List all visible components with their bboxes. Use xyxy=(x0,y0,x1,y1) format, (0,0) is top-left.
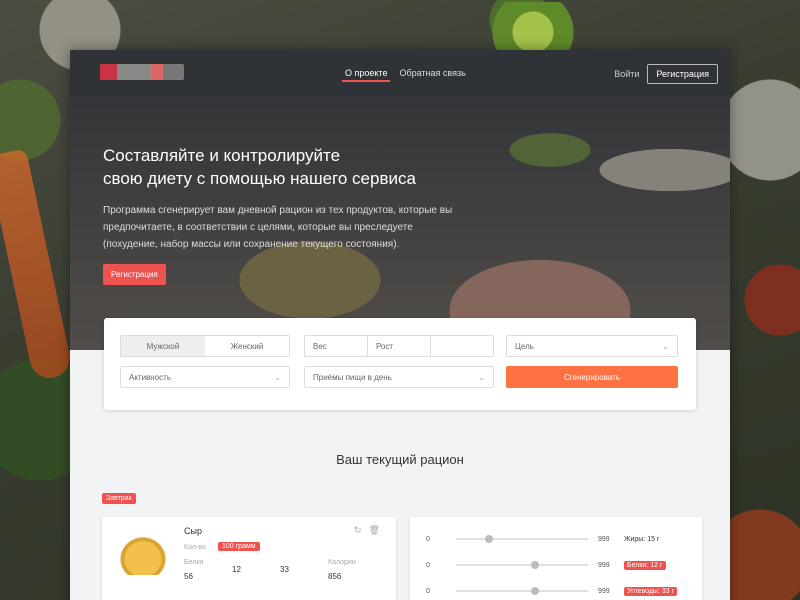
nav-feedback[interactable]: Обратная связь xyxy=(396,66,468,82)
slider-min: 0 xyxy=(426,587,430,595)
nav-links: О проекте Обратная связь xyxy=(342,66,469,82)
meals-select-label: Приёмы пищи в день xyxy=(313,372,392,382)
food-name: Сыр xyxy=(184,526,202,536)
activity-select-label: Активность xyxy=(129,372,172,382)
macro-carbs: 33 xyxy=(280,559,328,581)
generate-button[interactable]: Сгенерировать xyxy=(506,366,678,388)
slider-min: 0 xyxy=(426,535,430,543)
register-button[interactable]: Регистрация xyxy=(647,64,718,84)
slider-max: 999 xyxy=(598,535,610,543)
activity-select[interactable]: Активность ⌄ xyxy=(120,366,290,388)
macro-fat: 12 xyxy=(232,559,280,581)
macro-value: 856 xyxy=(328,572,342,581)
refresh-icon[interactable]: ↻ xyxy=(354,525,362,536)
diet-filter-panel: Мужской Женский Вес Рост Цель ⌄ Активнос… xyxy=(104,318,696,410)
hero-content: Составляйте и контролируйте свою диету с… xyxy=(103,144,483,253)
macro-value: 33 xyxy=(280,565,289,574)
macro-value: 56 xyxy=(184,572,193,581)
pepper-image xyxy=(492,2,574,52)
gender-female-button[interactable]: Женский xyxy=(205,336,289,356)
slider-result: Углеводы: 33 г xyxy=(624,586,678,596)
macro-calories: Калории 856 xyxy=(328,559,388,581)
slider-track[interactable] xyxy=(456,561,588,569)
macro-label: Белки xyxy=(184,559,204,566)
trash-icon[interactable]: 🗑 xyxy=(369,525,380,536)
goal-select[interactable]: Цель ⌄ xyxy=(506,335,678,357)
cheese-image xyxy=(118,535,168,575)
slider-knob[interactable] xyxy=(531,587,540,595)
slider-max: 999 xyxy=(598,561,610,569)
slider-max: 999 xyxy=(598,587,610,595)
height-input[interactable]: Рост xyxy=(368,336,431,356)
site-container: О проекте Обратная связь Войти Регистрац… xyxy=(70,50,730,600)
gender-male-button[interactable]: Мужской xyxy=(121,336,205,356)
slider-track[interactable] xyxy=(456,587,588,595)
meals-select[interactable]: Приёмы пищи в день ⌄ xyxy=(304,366,494,388)
goal-select-label: Цель xyxy=(515,341,534,351)
slider-row: 0 999 Белки: 12 г xyxy=(426,559,666,571)
gender-toggle: Мужской Женский xyxy=(120,335,290,357)
slider-result: Белки: 12 г xyxy=(624,560,666,570)
plan-title: Ваш текущий рацион xyxy=(336,452,464,467)
hero-title: Составляйте и контролируйте свою диету с… xyxy=(103,144,483,190)
slider-knob[interactable] xyxy=(485,535,493,543)
chevron-down-icon: ⌄ xyxy=(662,341,669,351)
nav-about[interactable]: О проекте xyxy=(342,66,391,82)
body-params: Вес Рост xyxy=(304,335,494,357)
hero-title-line2: свою диету с помощью нашего сервиса xyxy=(103,169,416,188)
top-navigation: О проекте Обратная связь Войти Регистрац… xyxy=(70,50,730,96)
macro-value: 12 xyxy=(232,565,241,574)
login-link[interactable]: Войти xyxy=(614,69,639,79)
hero-title-line1: Составляйте и контролируйте xyxy=(103,146,341,165)
macros-row: Белки 56 12 33 Калории 856 xyxy=(184,559,388,581)
slider-min: 0 xyxy=(426,561,430,569)
meal-tag: Завтрак xyxy=(102,493,136,504)
hero-description: Программа сгенерирует вам дневной рацион… xyxy=(103,205,453,250)
auth-links: Войти Регистрация xyxy=(614,64,718,84)
food-actions: ↻ 🗑 xyxy=(354,525,380,536)
slider-knob[interactable] xyxy=(531,561,540,569)
chevron-down-icon: ⌄ xyxy=(274,372,281,382)
site-logo[interactable] xyxy=(100,64,184,80)
slider-track[interactable] xyxy=(456,535,588,543)
slider-result: Жиры: 15 г xyxy=(624,535,660,543)
macro-protein: Белки 56 xyxy=(184,559,232,581)
macro-label: Калории xyxy=(328,559,356,566)
age-input[interactable] xyxy=(431,336,493,356)
quantity-value[interactable]: 100 грамм xyxy=(218,542,260,551)
chevron-down-icon: ⌄ xyxy=(478,372,485,382)
slider-row: 0 999 Углеводы: 33 г xyxy=(426,585,678,597)
hero-register-button[interactable]: Регистрация xyxy=(103,264,166,285)
food-card: Сыр Кол-во 100 грамм ↻ 🗑 Белки 56 12 33 … xyxy=(102,517,396,600)
weight-input[interactable]: Вес xyxy=(305,336,368,356)
slider-row: 0 999 Жиры: 15 г xyxy=(426,533,659,545)
sliders-card: 0 999 Жиры: 15 г 0 999 Белки: 12 г 0 999… xyxy=(410,517,702,600)
quantity-label: Кол-во xyxy=(184,544,206,551)
